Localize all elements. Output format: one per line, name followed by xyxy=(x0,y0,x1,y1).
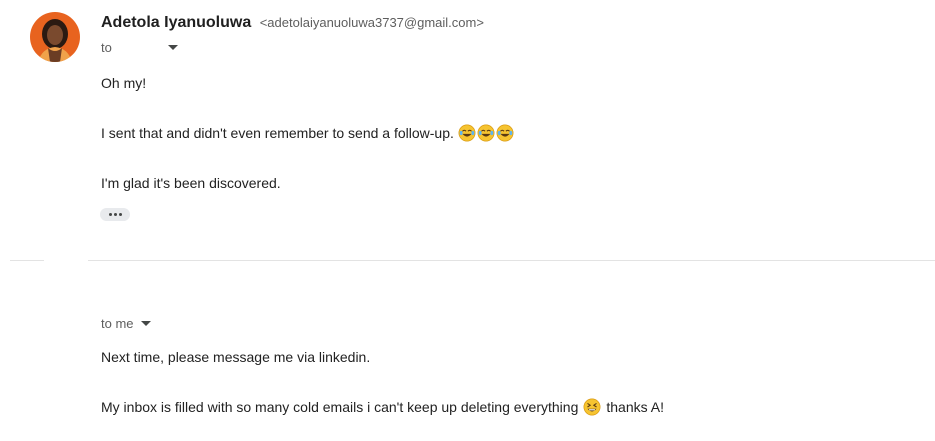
to-label: to xyxy=(101,40,112,55)
message-line-text: thanks A! xyxy=(606,399,664,415)
sender-email: <adetolaiyanuoluwa3737@gmail.com> xyxy=(259,15,484,30)
recipients-line: to xyxy=(101,40,178,55)
message-line-text: I'm glad it's been discovered. xyxy=(101,175,281,191)
message-line-text: My inbox is filled with so many cold ema… xyxy=(101,399,579,415)
message-line: I'm glad it's been discovered. xyxy=(101,175,281,191)
show-details-chevron-down-icon[interactable] xyxy=(167,45,178,50)
sender-name[interactable]: Adetola Iyanuoluwa xyxy=(101,14,251,31)
message-line-text: Next time, please message me via linkedi… xyxy=(101,349,371,365)
to-me-label: to me xyxy=(101,316,134,331)
sender-line: Adetola Iyanuoluwa <adetolaiyanuoluwa373… xyxy=(101,14,484,32)
grinning-squinting-face-icon xyxy=(583,398,601,416)
message-line: Oh my! xyxy=(101,75,146,91)
face-with-tears-of-joy-icon xyxy=(458,124,476,142)
message-line: My inbox is filled with so many cold ema… xyxy=(101,398,664,416)
face-with-tears-of-joy-icon xyxy=(477,124,495,142)
email-thread: Adetola Iyanuoluwa <adetolaiyanuoluwa373… xyxy=(0,0,935,441)
avatar[interactable] xyxy=(30,12,80,62)
show-details-chevron-down-icon[interactable] xyxy=(140,321,151,326)
message-line: I sent that and didn't even remember to … xyxy=(101,124,514,142)
face-with-tears-of-joy-icon xyxy=(496,124,514,142)
message-divider xyxy=(10,260,935,261)
message-line-text: Oh my! xyxy=(101,75,147,91)
ellipsis-icon xyxy=(108,213,112,216)
message-line: Next time, please message me via linkedi… xyxy=(101,349,370,365)
show-trimmed-content-button[interactable] xyxy=(100,208,130,221)
message-line-text: I sent that and didn't even remember to … xyxy=(101,125,454,141)
recipients-line: to me xyxy=(101,316,151,331)
